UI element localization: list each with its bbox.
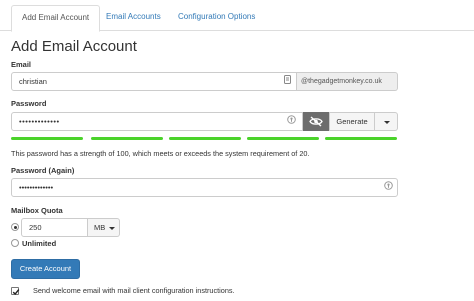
generate-password-button[interactable]: Generate	[329, 112, 375, 131]
email-domain-addon: @thegadgetmonkey.co.uk	[297, 72, 398, 91]
email-field[interactable]: christian	[11, 72, 297, 91]
quota-input[interactable]: 250	[21, 218, 88, 237]
page-title: Add Email Account	[11, 38, 137, 55]
caret-down-icon	[384, 121, 390, 124]
eye-slash-icon	[309, 116, 323, 127]
welcome-email-label: Send welcome email with mail client conf…	[33, 286, 235, 295]
quota-limited-radio[interactable]	[11, 223, 19, 231]
email-label: Email	[11, 60, 32, 69]
quota-unit-select[interactable]: MB	[88, 218, 120, 237]
strength-meter-segment	[169, 137, 241, 140]
password-manager-icon	[283, 113, 300, 130]
show-password-button[interactable]	[303, 112, 329, 131]
strength-meter-segment	[325, 137, 397, 140]
tab-email-accounts[interactable]: Email Accounts	[96, 5, 171, 31]
welcome-email-checkbox[interactable]	[11, 287, 20, 296]
strength-meter-segment	[91, 137, 163, 140]
strength-meter-segment	[247, 137, 319, 140]
password-again-value: •••••••••••••	[19, 183, 54, 192]
create-account-button[interactable]: Create Account	[11, 259, 80, 279]
caret-down-icon	[109, 227, 115, 230]
password-manager-icon	[381, 179, 395, 196]
mailbox-quota-label: Mailbox Quota	[11, 206, 63, 215]
password-strength-message: This password has a strength of 100, whi…	[11, 149, 310, 158]
password-again-label: Password (Again)	[11, 166, 75, 175]
copy-icon	[279, 73, 296, 90]
checkmark-icon	[12, 289, 20, 296]
password-field[interactable]: •••••••••••••	[11, 112, 303, 131]
tab-bar: Add Email Account Email Accounts Configu…	[0, 0, 474, 32]
unlimited-label: Unlimited	[22, 239, 57, 248]
quota-unit-value: MB	[94, 223, 106, 232]
tab-add-email-account[interactable]: Add Email Account	[11, 5, 101, 32]
strength-meter-segment	[11, 137, 83, 140]
password-label: Password	[11, 99, 47, 108]
password-value: •••••••••••••	[19, 117, 60, 126]
password-again-field[interactable]: •••••••••••••	[11, 178, 398, 197]
tab-configuration-options[interactable]: Configuration Options	[168, 5, 265, 31]
quota-unlimited-radio[interactable]	[11, 239, 19, 247]
generate-options-dropdown[interactable]	[375, 112, 398, 131]
